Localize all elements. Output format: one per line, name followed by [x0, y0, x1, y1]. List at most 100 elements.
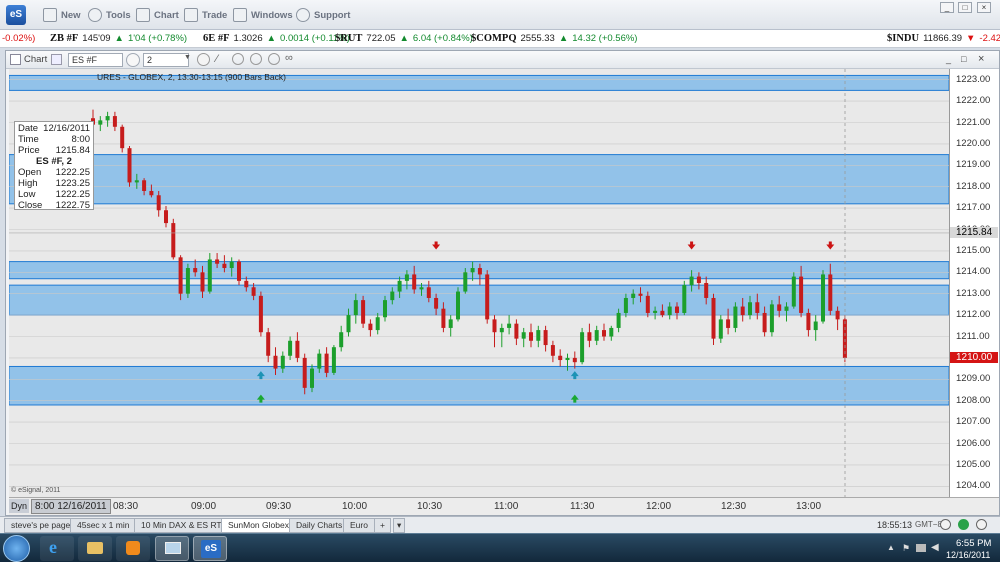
app-logo[interactable]: eS — [6, 5, 26, 25]
tab-menu-chevron-icon[interactable]: ▾ — [393, 518, 406, 533]
support-button[interactable]: Support — [296, 6, 350, 24]
info-time-label: Time — [18, 134, 39, 145]
ticker-item[interactable]: -0.02%) — [2, 33, 35, 44]
ticker-item[interactable]: ZB #F 145'09 ▲ 1'04 (+0.78%) — [50, 33, 187, 44]
candle-body — [813, 321, 818, 331]
candle-body — [390, 291, 395, 301]
candle-body — [375, 317, 380, 331]
taskbar-clock-time[interactable]: 6:55 PM — [956, 538, 991, 549]
time-tick-label: 09:00 — [191, 501, 217, 512]
ticker-change: 1'04 (+0.78%) — [127, 33, 188, 44]
chart-canvas[interactable] — [9, 69, 949, 497]
symbol-field[interactable]: ES #F — [68, 53, 123, 67]
close-button[interactable]: × — [977, 2, 991, 13]
sell-arrow-icon — [826, 241, 835, 250]
play-icon[interactable] — [250, 53, 262, 65]
esignal-taskbar-icon[interactable]: eS — [193, 536, 227, 561]
zone-band — [9, 154, 949, 205]
connection-status-icon[interactable] — [958, 519, 969, 530]
add-tab-button[interactable]: + — [374, 518, 391, 533]
tab-euro[interactable]: Euro — [343, 518, 375, 533]
file-explorer-icon[interactable] — [78, 536, 112, 561]
zoom-out-icon[interactable] — [232, 53, 244, 65]
info-high: 1223.25 — [55, 178, 90, 189]
candle-body — [266, 332, 271, 356]
candle-body — [193, 268, 198, 273]
candle-body — [127, 148, 132, 183]
ticker-last: 722.05 — [366, 33, 396, 44]
tab-10min-dax-es[interactable]: 10 Min DAX & ES RTH — [134, 518, 235, 533]
flag-icon[interactable]: ⚑ — [902, 543, 910, 554]
refresh-icon[interactable] — [197, 53, 210, 66]
network-icon[interactable] — [916, 544, 926, 552]
chart-button[interactable]: Chart — [136, 6, 179, 24]
candle-body — [558, 355, 563, 361]
ticker-item[interactable]: 6E #F 1.3026 ▲ 0.0014 (+0.11%) — [203, 33, 350, 44]
candle-body — [696, 276, 701, 283]
price-tick-label: 1215.00 — [956, 244, 991, 256]
candle-body — [616, 312, 621, 328]
clock-icon[interactable] — [126, 53, 140, 67]
page-tab-bar: steve's pe page 45sec x 1 min 10 Min DAX… — [0, 516, 1000, 533]
candle-body — [164, 210, 168, 224]
price-chart[interactable]: URES - GLOBEX, 2, 13:30-13:15 (900 Bars … — [9, 69, 949, 497]
volume-icon[interactable]: ◀ — [931, 542, 939, 553]
candle-body — [419, 287, 424, 290]
remote-desktop-icon[interactable] — [155, 536, 189, 561]
new-button[interactable]: New — [43, 6, 81, 24]
price-tick-label: 1206.00 — [956, 437, 991, 449]
candle-body — [631, 293, 636, 298]
ticker-bar: -0.02%) ZB #F 145'09 ▲ 1'04 (+0.78%) 6E #… — [0, 30, 1000, 48]
new-label: New — [61, 9, 81, 21]
start-button[interactable] — [3, 535, 30, 562]
price-tick-label: 1221.00 — [956, 116, 991, 128]
candle-body — [499, 327, 504, 333]
taskbar-clock-date[interactable]: 12/16/2011 — [946, 550, 990, 560]
trade-button[interactable]: Trade — [184, 6, 227, 24]
tab-sunmon-globex[interactable]: SunMon Globex* — [221, 518, 300, 533]
maximize-button[interactable]: □ — [958, 2, 972, 13]
info-close-label: Close — [18, 200, 43, 211]
candle-body — [543, 330, 548, 346]
time-axis[interactable]: Dyn 8:00 12/16/2011 08:30 09:00 09:30 10:00… — [9, 497, 999, 515]
dyn-label[interactable]: Dyn — [9, 499, 29, 513]
ticker-item[interactable]: $RUT 722.05 ▲ 6.04 (+0.84%) — [335, 33, 473, 44]
candle-body — [237, 261, 241, 281]
watermark: © eSignal, 2011 — [11, 487, 61, 494]
cursor-time-label: 8:00 12/16/2011 — [31, 499, 111, 514]
link-chain-icon[interactable]: ∞ — [285, 52, 293, 64]
chevron-down-icon[interactable]: ▼ — [184, 54, 191, 61]
interval-field[interactable]: 2 — [143, 53, 189, 67]
windows-button[interactable]: Windows — [233, 6, 293, 24]
chart-close-button[interactable]: × — [978, 53, 984, 65]
windows-icon — [233, 8, 247, 22]
stop-icon[interactable] — [268, 53, 280, 65]
chart-minimize-button[interactable]: _ — [946, 54, 951, 64]
tab-steves-pe-page[interactable]: steve's pe page — [4, 518, 78, 533]
minimize-button[interactable]: _ — [940, 2, 954, 13]
tab-45sec-1min[interactable]: 45sec x 1 min — [70, 518, 137, 533]
media-player-icon[interactable] — [116, 536, 150, 561]
candle-body — [536, 330, 541, 341]
power-icon[interactable] — [976, 519, 987, 530]
candle-body — [704, 283, 709, 298]
candle-body — [339, 332, 344, 348]
tools-label: Tools — [106, 9, 131, 21]
tab-daily-charts[interactable]: Daily Charts — [289, 518, 350, 533]
candle-body — [156, 195, 161, 211]
link-icon[interactable] — [51, 54, 62, 65]
price-axis[interactable]: 1223.00 1222.00 1221.00 1220.00 1219.00 1218.… — [949, 69, 999, 497]
ticker-item[interactable]: $COMPQ 2555.33 ▲ 14.32 (+0.56%) — [471, 33, 637, 44]
draw-line-icon[interactable]: ⁄ — [216, 53, 218, 65]
internet-explorer-icon[interactable]: e — [40, 536, 74, 561]
price-tick-label: 1204.00 — [956, 480, 991, 492]
candle-body — [828, 274, 833, 311]
tray-chevron-icon[interactable]: ▲ — [887, 543, 895, 552]
candle-body — [507, 323, 512, 328]
chart-maximize-button[interactable]: □ — [961, 54, 966, 64]
windows-label: Windows — [251, 9, 293, 21]
time-tick-label: 09:30 — [266, 501, 292, 512]
tools-button[interactable]: Tools — [88, 6, 131, 24]
ticker-item[interactable]: $INDU 11866.39 ▼-2.42 ( — [887, 33, 1000, 44]
candle-body — [806, 312, 811, 331]
